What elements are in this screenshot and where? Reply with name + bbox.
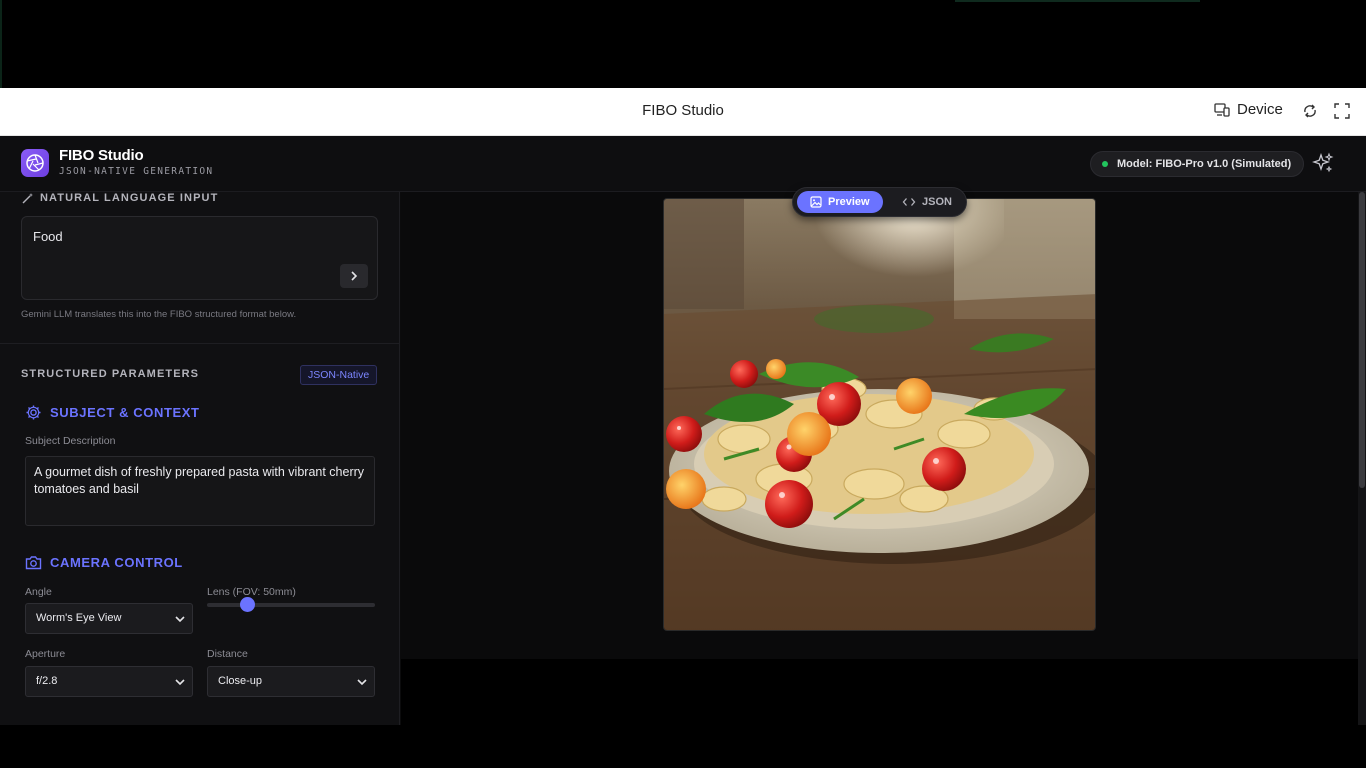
- device-button[interactable]: Device: [1214, 101, 1283, 118]
- structured-parameters-label: STRUCTURED PARAMETERS: [21, 368, 200, 380]
- aperture-logo-icon: [26, 154, 44, 172]
- app-header: FIBO Studio JSON-NATIVE GENERATION Model…: [0, 136, 1366, 192]
- lens-label: Lens (FOV: 50mm): [207, 586, 296, 598]
- pasta-dish-image: [664, 199, 1095, 630]
- angle-select[interactable]: Worm's Eye View: [25, 603, 193, 634]
- wand-icon: [22, 193, 33, 204]
- distance-label: Distance: [207, 648, 248, 660]
- app-subtitle: JSON-NATIVE GENERATION: [59, 166, 214, 177]
- chevron-down-icon: [175, 679, 185, 686]
- subject-description-label: Subject Description: [25, 435, 116, 447]
- json-native-badge: JSON-Native: [300, 365, 378, 385]
- lens-slider-handle[interactable]: [240, 597, 256, 612]
- camera-icon: [25, 556, 42, 570]
- preview-bar: FIBO Studio Device: [0, 88, 1366, 136]
- backdrop-glow: [955, 0, 1200, 2]
- aperture-select[interactable]: f/2.8: [25, 666, 193, 697]
- device-icon: [1214, 102, 1230, 117]
- page-scrollbar[interactable]: [1358, 192, 1366, 725]
- section-divider: [0, 343, 399, 344]
- chevron-down-icon: [357, 679, 367, 686]
- desktop-backdrop: [0, 0, 1366, 88]
- camera-heading-label: CAMERA CONTROL: [50, 555, 183, 570]
- chevron-right-icon: [351, 271, 358, 281]
- natural-language-input[interactable]: Food: [21, 216, 378, 300]
- gear-icon: [26, 405, 41, 420]
- tab-json-label: JSON: [922, 196, 952, 208]
- tab-preview-label: Preview: [828, 196, 870, 208]
- subject-heading-label: SUBJECT & CONTEXT: [50, 405, 200, 420]
- canvas-footer-band: [401, 659, 1358, 725]
- app-logo: [21, 149, 49, 177]
- backdrop-edge: [0, 0, 2, 88]
- subject-heading: SUBJECT & CONTEXT: [25, 404, 200, 421]
- device-label: Device: [1237, 101, 1283, 118]
- page-scrollbar-thumb[interactable]: [1359, 192, 1365, 488]
- preview-bar-title: FIBO Studio: [642, 102, 724, 119]
- camera-heading: CAMERA CONTROL: [25, 555, 183, 570]
- tab-preview[interactable]: Preview: [797, 191, 883, 213]
- parameters-sidebar: NATURAL LANGUAGE INPUT Food Gemini LLM t…: [0, 192, 400, 725]
- lens-slider[interactable]: [207, 597, 375, 612]
- aperture-label: Aperture: [25, 648, 66, 660]
- fullscreen-icon[interactable]: [1333, 102, 1351, 120]
- tab-json[interactable]: JSON: [889, 191, 965, 213]
- angle-value: Worm's Eye View: [36, 612, 122, 624]
- image-icon: [810, 196, 822, 208]
- natural-language-value[interactable]: Food: [33, 229, 63, 244]
- llm-hint: Gemini LLM translates this into the FIBO…: [21, 309, 297, 320]
- app-name: FIBO Studio: [59, 147, 144, 164]
- model-status-pill[interactable]: Model: FIBO-Pro v1.0 (Simulated): [1090, 151, 1305, 177]
- status-dot: [1102, 161, 1108, 167]
- model-status-label: Model: FIBO-Pro v1.0 (Simulated): [1117, 158, 1292, 170]
- view-toggle[interactable]: Preview JSON: [792, 187, 967, 217]
- generated-image: [663, 198, 1096, 631]
- aperture-value: f/2.8: [36, 675, 58, 687]
- chevron-down-icon: [175, 616, 185, 623]
- refresh-icon[interactable]: [1301, 102, 1319, 120]
- subject-description-field[interactable]: A gourmet dish of freshly prepared pasta…: [25, 456, 375, 526]
- sparkles-icon[interactable]: [1312, 152, 1334, 174]
- distance-value: Close-up: [218, 675, 263, 687]
- distance-select[interactable]: Close-up: [207, 666, 375, 697]
- submit-button[interactable]: [340, 264, 368, 288]
- natural-language-label: NATURAL LANGUAGE INPUT: [40, 192, 219, 204]
- code-icon: [902, 198, 916, 206]
- angle-label: Angle: [25, 586, 52, 598]
